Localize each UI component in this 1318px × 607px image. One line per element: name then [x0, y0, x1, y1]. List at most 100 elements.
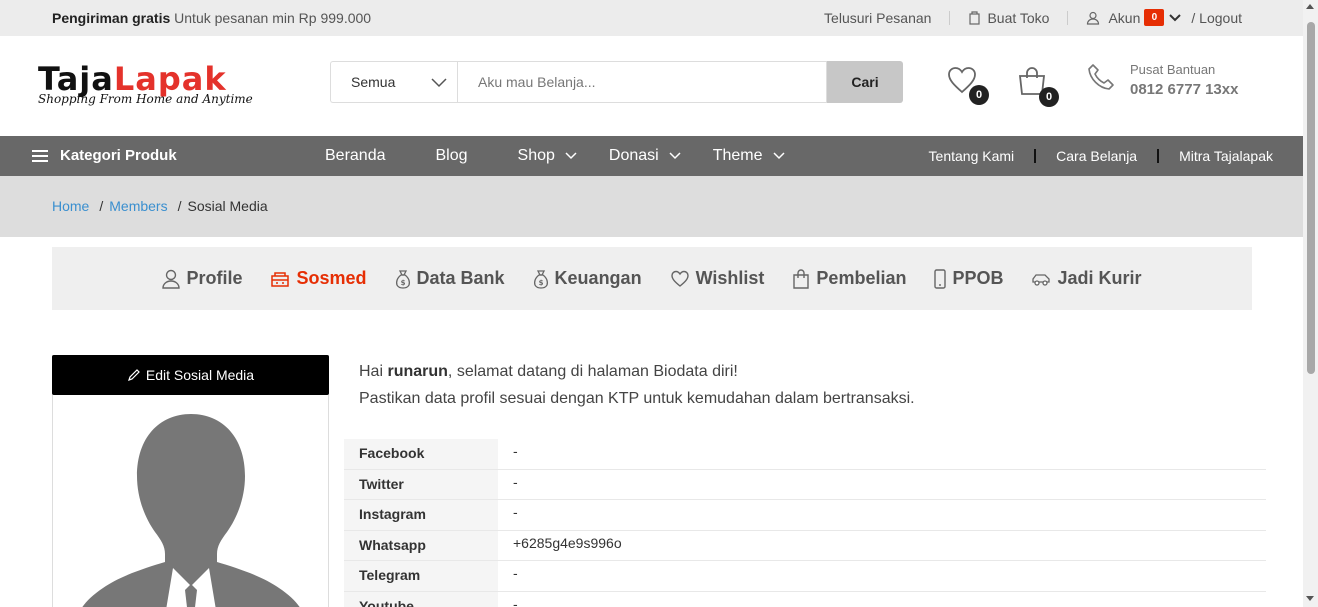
chevron-down-icon — [565, 152, 577, 160]
tab-label: Data Bank — [416, 268, 505, 288]
money-bag-icon: $ — [533, 269, 548, 289]
breadcrumb-separator: / — [177, 198, 182, 214]
help-phone: 0812 6777 13xx — [1130, 81, 1239, 98]
tab-keuangan[interactable]: $ Keuangan — [533, 268, 642, 289]
search-input[interactable] — [457, 61, 827, 103]
edit-social-media-button[interactable]: Edit Sosial Media — [52, 355, 329, 395]
row-value: - — [513, 595, 518, 607]
logout-link[interactable]: / Logout — [1191, 10, 1242, 26]
car-icon — [1032, 273, 1051, 286]
tab-ppob[interactable]: PPOB — [934, 268, 1003, 289]
tab-jadi-kurir[interactable]: Jadi Kurir — [1031, 268, 1142, 289]
categories-label: Kategori Produk — [60, 147, 177, 164]
svg-text:$: $ — [400, 279, 405, 287]
member-tabs: Profile Sosmed $ Data Bank $ Keuangan Wi… — [52, 247, 1252, 310]
cart-button[interactable]: 0 — [1017, 66, 1059, 107]
top-links: Telusuri Pesanan Buat Toko Akun 0 / Logo… — [824, 9, 1242, 26]
nav-item-label: Donasi — [608, 147, 659, 164]
category-select-value: Semua — [351, 74, 396, 90]
tab-pembelian[interactable]: Pembelian — [792, 268, 906, 289]
site-logo[interactable]: TajaLapak Shopping From Home and Anytime — [38, 62, 253, 106]
divider — [1034, 149, 1037, 163]
table-row: Instagram - — [344, 500, 1266, 531]
wishlist-count: 0 — [969, 85, 989, 105]
svg-text:$: $ — [538, 279, 543, 287]
nav-item-beranda[interactable]: Beranda — [325, 147, 386, 165]
tab-label: Sosmed — [296, 268, 367, 288]
promo-title: Pengiriman gratis — [52, 10, 171, 26]
profile-sidebar: Edit Sosial Media — [52, 355, 329, 607]
table-row: Twitter - — [344, 469, 1266, 500]
tab-label: Jadi Kurir — [1057, 268, 1142, 288]
category-select[interactable]: Semua — [330, 61, 457, 103]
divider — [949, 10, 951, 25]
cart-count: 0 — [1039, 87, 1059, 107]
tab-sosmed[interactable]: Sosmed — [270, 268, 367, 289]
how-to-shop-link[interactable]: Cara Belanja — [1056, 148, 1137, 164]
nav-item-theme[interactable]: Theme — [713, 147, 785, 165]
social-media-table: Facebook - Twitter - Instagram - Whatsapp +6… — [344, 439, 1266, 607]
username: runarun — [387, 363, 448, 380]
nav-item-label: Theme — [712, 147, 763, 164]
open-store-link[interactable]: Buat Toko — [968, 10, 1049, 26]
tab-label: Pembelian — [816, 268, 907, 288]
row-value: - — [513, 565, 518, 581]
partner-link[interactable]: Mitra Tajalapak — [1179, 148, 1273, 164]
page-scrollbar[interactable] — [1303, 0, 1318, 607]
nav-right-links: Tentang Kami Cara Belanja Mitra Tajalapa… — [929, 148, 1273, 164]
scroll-up-arrow[interactable] — [1306, 4, 1314, 9]
categories-menu[interactable]: Kategori Produk — [32, 147, 177, 164]
user-icon — [162, 269, 181, 289]
tab-label: PPOB — [952, 268, 1004, 288]
chevron-down-icon — [1169, 13, 1182, 21]
account-label: Akun — [1108, 9, 1141, 26]
nav-item-label: Shop — [517, 147, 555, 164]
scroll-down-arrow[interactable] — [1306, 596, 1314, 601]
avatar-placeholder-icon — [82, 414, 300, 607]
promo-text: Untuk pesanan min Rp 999.000 — [174, 10, 372, 26]
tab-label: Profile — [186, 268, 243, 288]
account-menu[interactable]: Akun 0 — [1086, 9, 1182, 26]
table-row: Telegram - — [344, 561, 1266, 592]
nav-item-blog[interactable]: Blog — [436, 147, 468, 165]
breadcrumb-separator: / — [99, 198, 104, 214]
welcome-message: Hai runarun, selamat datang di halaman B… — [359, 358, 915, 412]
chevron-down-icon — [431, 78, 447, 88]
about-link[interactable]: Tentang Kami — [929, 148, 1015, 164]
main-nav: Kategori Produk Beranda Blog Shop Donasi… — [0, 136, 1303, 176]
row-label: Instagram — [344, 500, 498, 530]
help-center[interactable]: Pusat Bantuan 0812 6777 13xx — [1086, 62, 1238, 98]
greeting-note: Pastikan data profil sesuai dengan KTP u… — [359, 390, 915, 407]
breadcrumb-home[interactable]: Home — [52, 198, 89, 214]
row-value: - — [513, 443, 518, 459]
row-value: - — [513, 473, 518, 490]
pencil-icon — [127, 369, 140, 381]
store-icon — [969, 10, 981, 25]
free-shipping-promo: Pengiriman gratis Untuk pesanan min Rp 9… — [52, 10, 371, 26]
sosmed-icon — [271, 271, 290, 287]
nav-item-donasi[interactable]: Donasi — [609, 147, 681, 165]
nav-menu: Beranda Blog Shop Donasi Theme — [325, 147, 817, 165]
chevron-down-icon — [772, 152, 785, 160]
tab-wishlist[interactable]: Wishlist — [670, 268, 764, 289]
scrollbar-thumb[interactable] — [1307, 22, 1315, 374]
wishlist-button[interactable]: 0 — [947, 66, 989, 105]
search-button[interactable]: Cari — [827, 61, 903, 103]
chevron-down-icon — [669, 152, 681, 160]
top-bar: Pengiriman gratis Untuk pesanan min Rp 9… — [0, 0, 1303, 36]
breadcrumb-current: Sosial Media — [187, 198, 268, 214]
nav-item-shop[interactable]: Shop — [518, 147, 577, 165]
logo-tagline: Shopping From Home and Anytime — [38, 92, 253, 106]
phone-icon — [934, 268, 947, 289]
breadcrumb-members[interactable]: Members — [109, 198, 167, 214]
table-row: Youtube - — [344, 591, 1266, 607]
row-label: Whatsapp — [344, 530, 498, 560]
track-order-link[interactable]: Telusuri Pesanan — [824, 10, 931, 26]
tab-profile[interactable]: Profile — [162, 268, 242, 289]
tab-data-bank[interactable]: $ Data Bank — [395, 268, 505, 289]
row-value: +6285g4e9s996o — [513, 534, 622, 551]
row-label: Youtube — [344, 591, 498, 607]
hamburger-icon — [32, 149, 48, 162]
search-bar: Semua Cari — [330, 61, 903, 103]
divider — [1157, 149, 1160, 163]
